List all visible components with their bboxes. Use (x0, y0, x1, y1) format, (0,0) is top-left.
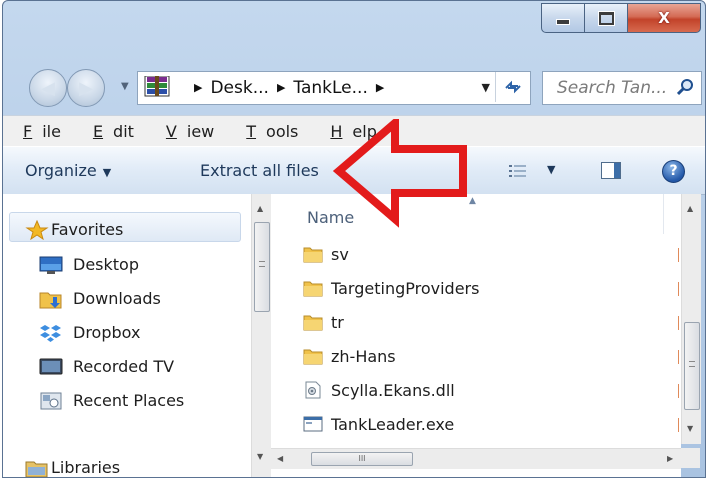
folder-icon (303, 315, 323, 331)
chevron-down-icon: ▼ (102, 166, 112, 179)
desktop-icon (39, 256, 63, 274)
column-divider (663, 194, 664, 234)
scroll-down-icon[interactable]: ▼ (257, 452, 263, 461)
recent-places-icon (40, 392, 62, 410)
close-button[interactable]: X (627, 3, 701, 33)
nav-favorites[interactable]: Favorites (25, 220, 123, 240)
recorded-tv-icon (39, 358, 63, 375)
file-list-scrollbar[interactable]: ▲ ▼ (681, 194, 701, 444)
breadcrumb-desktop[interactable]: Desk... (210, 78, 268, 98)
scroll-up-icon[interactable]: ▲ (257, 204, 263, 213)
row-marker (678, 418, 679, 432)
view-options-icon[interactable] (508, 164, 528, 178)
scroll-right-icon[interactable]: ▶ (667, 454, 673, 463)
folder-icon (303, 247, 323, 263)
dll-file-icon (305, 381, 321, 399)
row-marker (678, 316, 679, 330)
breadcrumb-separator-icon[interactable]: ▶ (194, 81, 202, 94)
menu-edit[interactable]: Edit (83, 122, 134, 141)
minimize-button[interactable] (541, 3, 585, 33)
nav-item-downloads[interactable]: Downloads (39, 289, 161, 309)
recent-pages-dropdown-icon[interactable]: ▼ (121, 81, 129, 92)
back-button[interactable]: ◀ (29, 69, 67, 107)
navigation-pane: Favorites Desktop Downloads Dropbox Reco… (3, 194, 252, 477)
view-dropdown-icon[interactable]: ▼ (547, 163, 555, 176)
star-icon (25, 220, 49, 240)
caption-buttons: X (541, 3, 701, 33)
breadcrumb-separator-icon[interactable]: ▶ (376, 81, 384, 94)
nav-item-recent-places[interactable]: Recent Places (40, 391, 184, 410)
folder-icon (303, 349, 323, 365)
refresh-button[interactable] (495, 72, 530, 102)
nav-item-recorded-tv[interactable]: Recorded TV (39, 357, 174, 376)
horizontal-scrollbar-thumb[interactable]: III (311, 452, 413, 466)
forward-button[interactable]: ▶ (67, 69, 105, 107)
row-marker (678, 248, 679, 262)
search-input[interactable]: Search Tan... (557, 78, 667, 98)
nav-item-dropbox[interactable]: Dropbox (40, 323, 140, 342)
breadcrumb-separator-icon[interactable]: ▶ (277, 81, 285, 94)
search-box[interactable]: Search Tan... (542, 71, 702, 105)
file-list: ▲ Name sv TargetingProviders tr zh-Hans … (271, 194, 681, 477)
folder-icon (303, 281, 323, 297)
navigation-pane-scrollbar[interactable]: ▲ ▼ (251, 194, 271, 477)
help-icon[interactable]: ? (662, 160, 685, 183)
close-icon: X (658, 9, 670, 27)
dropbox-icon (40, 325, 61, 342)
scrollbar-corner (681, 448, 700, 468)
downloads-icon (39, 292, 62, 309)
row-marker (678, 350, 679, 364)
forward-arrow-icon: ▶ (79, 77, 93, 99)
row-marker (678, 384, 679, 398)
back-arrow-icon: ◀ (41, 77, 55, 99)
menu-file[interactable]: File (13, 122, 61, 141)
nav-libraries[interactable]: Libraries (25, 458, 120, 477)
address-dropdown-icon[interactable]: ▼ (482, 81, 490, 94)
scrollbar-thumb[interactable] (254, 222, 270, 312)
preview-pane-icon[interactable] (601, 162, 621, 179)
extract-all-files-button[interactable]: Extract all files (200, 161, 319, 180)
row-marker (678, 282, 679, 296)
search-icon[interactable] (677, 78, 695, 96)
red-arrow-annotation (333, 119, 467, 228)
menu-view[interactable]: View (156, 122, 214, 141)
address-bar[interactable]: ▶ Desk... ▶ TankLe... ▶ ▼ (137, 71, 531, 105)
minimize-icon (556, 19, 570, 25)
winrar-archive-icon (144, 76, 170, 97)
scroll-left-icon[interactable]: ◀ (277, 454, 283, 463)
refresh-icon (505, 80, 521, 94)
libraries-icon (25, 461, 48, 477)
maximize-button[interactable] (584, 3, 628, 33)
scroll-up-icon[interactable]: ▲ (687, 204, 693, 213)
scroll-down-icon[interactable]: ▼ (687, 424, 693, 433)
organize-button[interactable]: Organize ▼ (25, 161, 111, 180)
horizontal-scrollbar[interactable]: ◀ III ▶ (271, 448, 681, 469)
scrollbar-thumb[interactable] (684, 322, 700, 410)
explorer-window: X ◀ ▶ ▼ ▶ Desk... ▶ TankLe... ▶ ▼ Search Tan… (2, 0, 706, 478)
maximize-icon (598, 11, 614, 25)
breadcrumb: ▶ Desk... ▶ TankLe... ▶ (186, 78, 392, 98)
menu-tools[interactable]: Tools (236, 122, 298, 141)
nav-item-desktop[interactable]: Desktop (39, 255, 139, 274)
exe-file-icon (303, 416, 323, 432)
breadcrumb-tankleader[interactable]: TankLe... (293, 78, 367, 98)
